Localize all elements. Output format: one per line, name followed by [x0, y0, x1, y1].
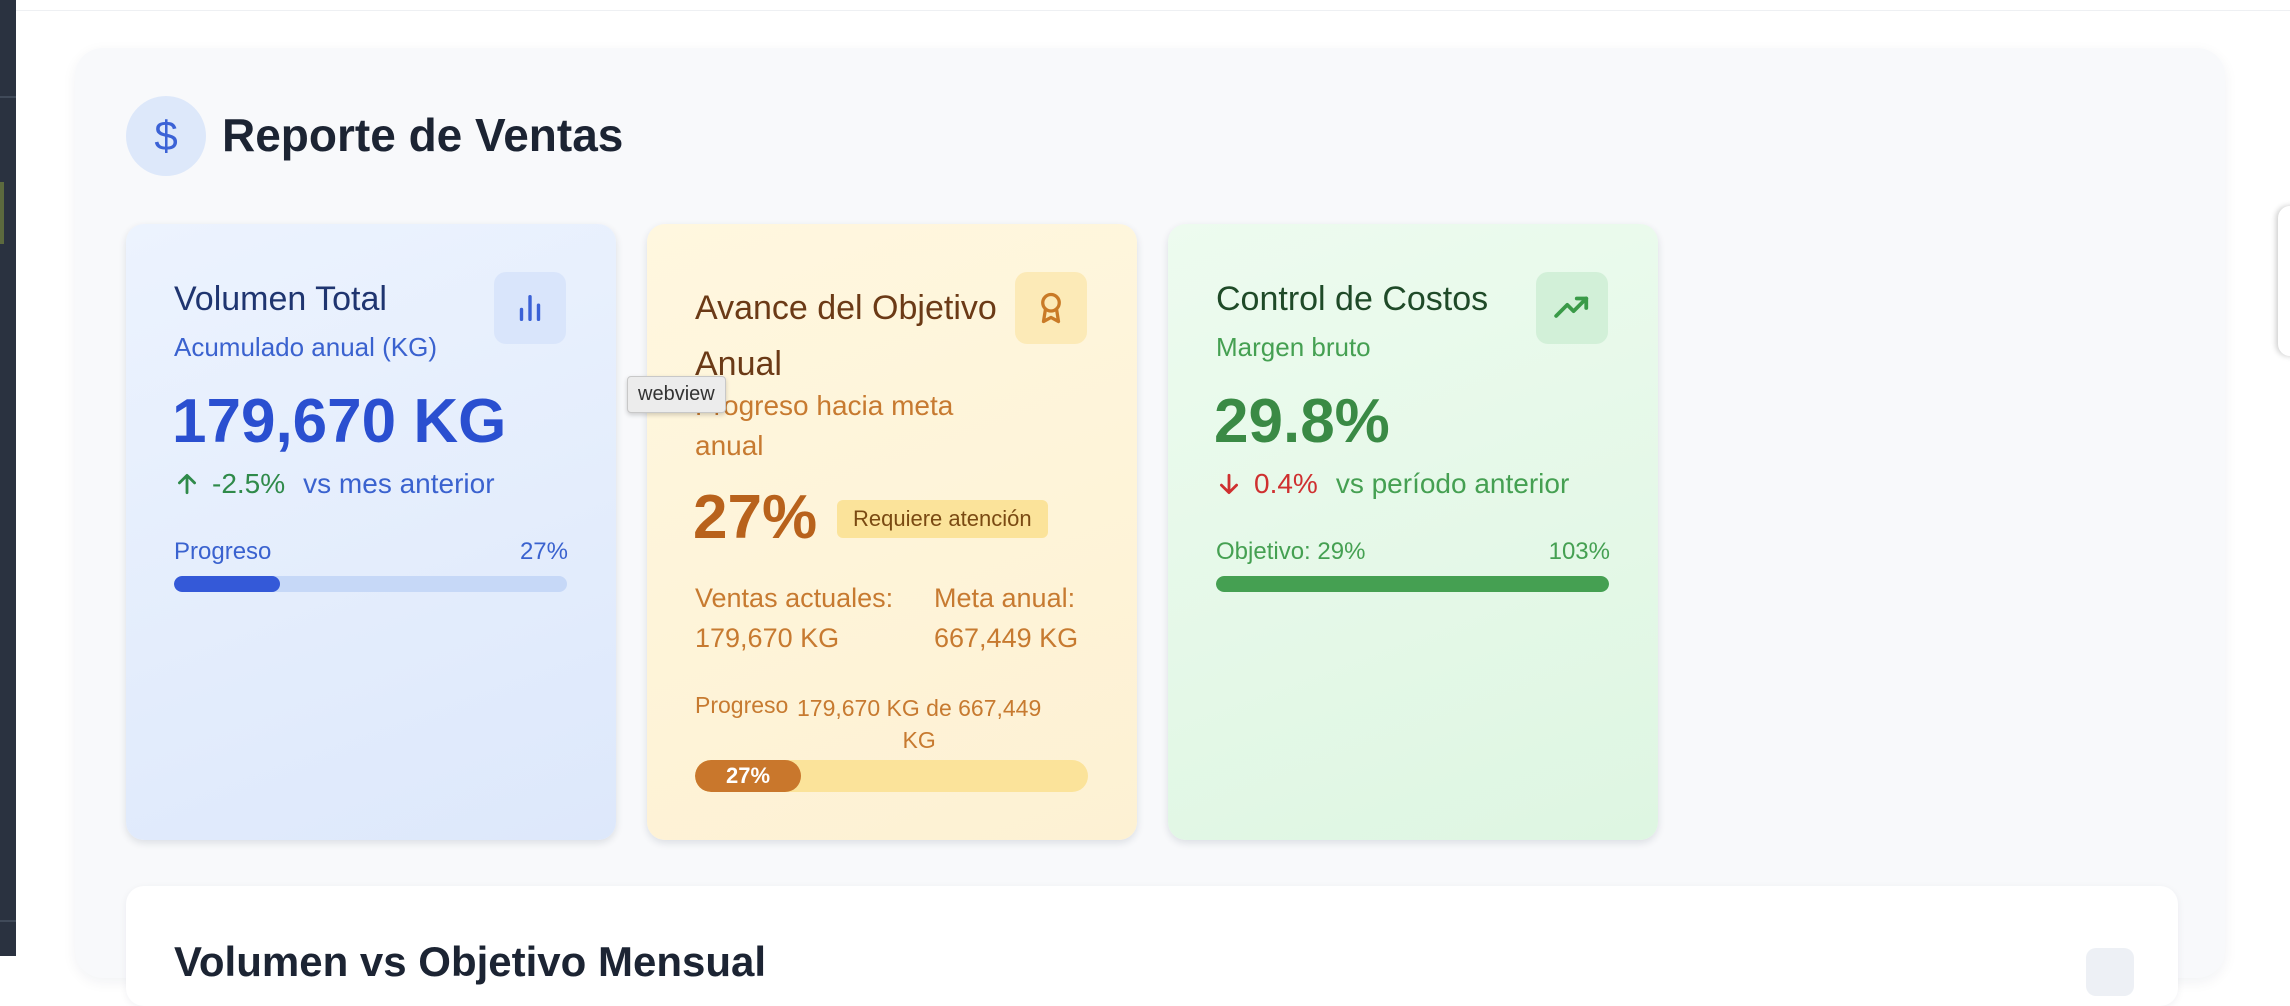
progress-label: Progreso — [695, 692, 789, 718]
sidebar-divider — [0, 96, 16, 98]
status-badge: Requiere atención — [837, 500, 1048, 538]
annual-target-value: 667,449 KG — [934, 623, 1079, 653]
left-sidebar-edge — [0, 0, 16, 956]
section-title: Volumen vs Objetivo Mensual — [174, 938, 767, 985]
page-title: Reporte de Ventas — [222, 109, 624, 161]
webview-tooltip: webview — [627, 376, 726, 413]
progress-bar-fill — [1216, 576, 1609, 592]
objective-label: Objetivo: 29% — [1216, 538, 1366, 565]
progress-bar-fill — [174, 576, 281, 592]
card-subtitle-line2: anual — [695, 430, 764, 461]
trend-row: -2.5% vs mes anterior — [174, 468, 495, 500]
sidebar-active-marker — [0, 182, 4, 244]
trend-label: vs período anterior — [1335, 468, 1570, 499]
arrow-down-icon — [1220, 473, 1238, 495]
section-menu-button[interactable] — [2086, 948, 2134, 996]
card-title: Control de Costos — [1216, 280, 1489, 318]
objective-percent: 103% — [1548, 538, 1610, 565]
arrow-up-icon — [178, 473, 196, 495]
card-subtitle-line1: Progreso hacia meta — [695, 390, 954, 421]
trend-label: vs mes anterior — [303, 468, 495, 499]
annual-target-label: Meta anual: — [934, 583, 1076, 613]
total-volume-card: Volumen Total Acumulado anual (KG) 179,6… — [126, 224, 616, 840]
total-volume-value: 179,670 KG — [172, 387, 507, 456]
trend-value: -2.5% — [212, 468, 286, 499]
progress-bar-fill: 27% — [695, 760, 802, 792]
annual-goal-card: Avance del Objetivo Anual Progreso hacia… — [647, 224, 1137, 840]
card-title-line1: Avance del Objetivo — [695, 289, 997, 327]
cost-control-card: Control de Costos Margen bruto 29.8% 0.4… — [1168, 224, 1658, 840]
sidebar-divider — [0, 920, 16, 922]
margin-value: 29.8% — [1214, 387, 1390, 456]
current-sales-value: 179,670 KG — [695, 623, 840, 653]
progress-bar: 27% — [695, 760, 1088, 792]
progress-percent: 27% — [519, 538, 568, 565]
card-subtitle: Progreso hacia meta anual — [695, 386, 953, 466]
card-subtitle: Acumulado anual (KG) — [174, 332, 438, 362]
award-icon[interactable] — [1015, 272, 1087, 344]
progress-detail-line2: KG — [902, 727, 936, 753]
progress-detail: 179,670 KG de 667,449 KG — [797, 692, 1041, 756]
trending-up-icon[interactable] — [1536, 272, 1608, 344]
trend-value: 0.4% — [1254, 468, 1318, 499]
monthly-volume-section: Volumen vs Objetivo Mensual — [126, 886, 2178, 1006]
trend-row: 0.4% vs período anterior — [1216, 468, 1569, 500]
progress-label: Progreso — [174, 538, 272, 565]
goal-percent-value: 27% — [693, 483, 818, 552]
card-subtitle: Margen bruto — [1216, 332, 1371, 362]
side-panel-edge[interactable] — [2278, 206, 2290, 356]
progress-bar-label: 27% — [726, 763, 771, 788]
annual-target: Meta anual: 667,449 KG — [934, 578, 1078, 658]
card-title: Avance del Objetivo Anual — [695, 280, 997, 392]
top-bar — [16, 0, 2290, 11]
bar-chart-icon[interactable] — [494, 272, 566, 344]
card-title: Volumen Total — [174, 280, 387, 318]
progress-bar — [174, 576, 567, 592]
current-sales-label: Ventas actuales: — [695, 583, 894, 613]
progress-detail-line1: 179,670 KG de 667,449 — [797, 695, 1042, 721]
progress-bar — [1216, 576, 1609, 592]
current-sales: Ventas actuales: 179,670 KG — [695, 578, 893, 658]
dollar-icon: $ — [126, 96, 206, 176]
